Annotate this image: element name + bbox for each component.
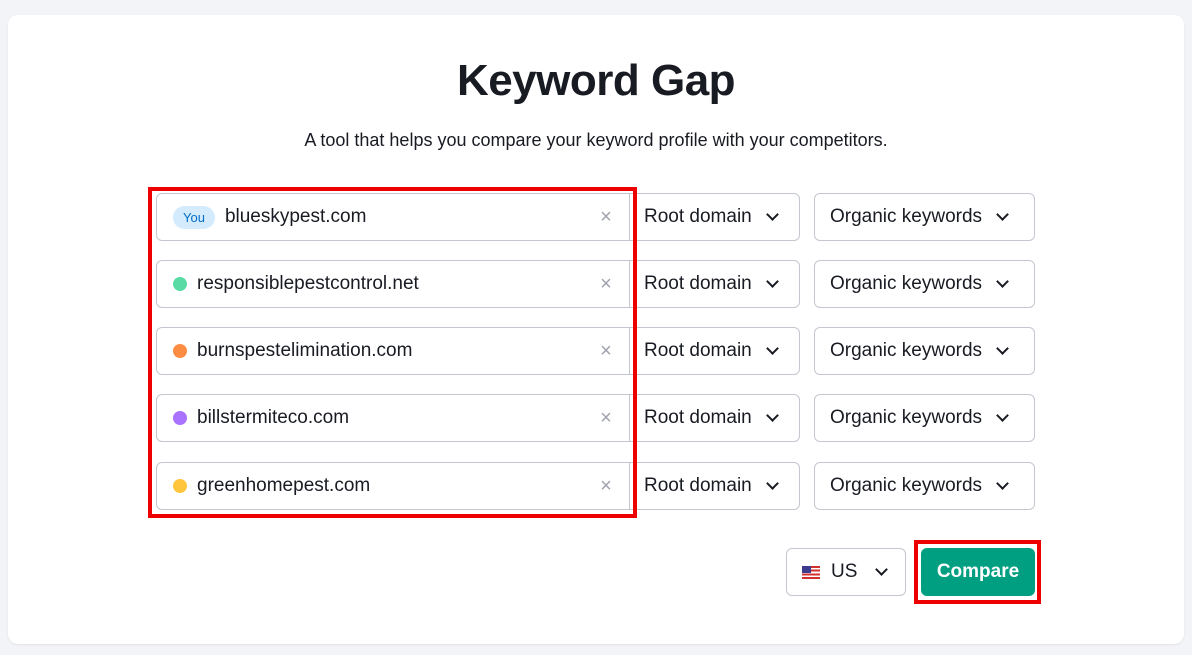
chevron-down-icon (996, 207, 1009, 221)
domain-row-competitor: burnspestelimination.com × Root domain O… (156, 327, 1036, 375)
chevron-down-icon (996, 408, 1009, 422)
clear-icon[interactable]: × (595, 475, 617, 497)
domain-input-competitor-2[interactable]: burnspestelimination.com × (156, 327, 630, 375)
scope-label: Root domain (644, 340, 752, 361)
compare-button[interactable]: Compare (921, 548, 1035, 596)
domain-value: burnspestelimination.com (197, 340, 413, 361)
competitor-color-dot (173, 411, 187, 425)
domain-value: greenhomepest.com (197, 475, 371, 496)
domain-value: billstermiteco.com (197, 407, 350, 428)
domain-row-you: You blueskypest.com × Root domain Organi… (156, 193, 1036, 241)
domain-value: responsiblepestcontrol.net (197, 273, 419, 294)
chevron-down-icon (765, 274, 779, 288)
domain-row-competitor: responsiblepestcontrol.net × Root domain… (156, 260, 1036, 308)
chevron-down-icon (875, 562, 889, 576)
chevron-down-icon (996, 274, 1009, 288)
chevron-down-icon (765, 341, 779, 355)
scope-select[interactable]: Root domain (629, 193, 800, 241)
domain-input-competitor-3[interactable]: billstermiteco.com × (156, 394, 630, 442)
keyword-type-label: Organic keywords (830, 273, 983, 294)
clear-icon[interactable]: × (595, 273, 617, 295)
page-subtitle: A tool that helps you compare your keywo… (304, 130, 888, 150)
keyword-type-select[interactable]: Organic keywords (814, 193, 1035, 241)
chevron-down-icon (765, 408, 779, 422)
domain-value: blueskypest.com (224, 206, 367, 227)
scope-label: Root domain (644, 206, 752, 227)
keyword-type-label: Organic keywords (830, 206, 983, 227)
scope-select[interactable]: Root domain (629, 260, 800, 308)
scope-label: Root domain (644, 407, 752, 428)
clear-icon[interactable]: × (595, 340, 617, 362)
scope-select[interactable]: Root domain (629, 327, 800, 375)
keyword-type-select[interactable]: Organic keywords (814, 260, 1035, 308)
domain-row-competitor: billstermiteco.com × Root domain Organic… (156, 394, 1036, 442)
country-label: US (831, 561, 858, 582)
chevron-down-icon (996, 476, 1009, 490)
clear-icon[interactable]: × (595, 407, 617, 429)
scope-select[interactable]: Root domain (629, 462, 800, 510)
competitor-color-dot (173, 277, 187, 291)
clear-icon[interactable]: × (595, 206, 617, 228)
domain-input-you[interactable]: You blueskypest.com × (156, 193, 630, 241)
chevron-down-icon (765, 476, 779, 490)
us-flag-icon (802, 565, 820, 579)
domain-row-competitor: greenhomepest.com × Root domain Organic … (156, 462, 1036, 510)
scope-label: Root domain (644, 273, 752, 294)
domain-input-competitor-4[interactable]: greenhomepest.com × (156, 462, 630, 510)
keyword-type-label: Organic keywords (830, 340, 983, 361)
chevron-down-icon (996, 341, 1009, 355)
competitor-color-dot (173, 344, 187, 358)
keyword-type-select[interactable]: Organic keywords (814, 394, 1035, 442)
scope-label: Root domain (644, 475, 752, 496)
you-badge: You (173, 205, 215, 229)
keyword-type-select[interactable]: Organic keywords (814, 327, 1035, 375)
competitor-color-dot (173, 479, 187, 493)
domain-input-competitor-1[interactable]: responsiblepestcontrol.net × (156, 260, 630, 308)
page-title: Keyword Gap (456, 56, 736, 105)
database-country-select[interactable]: US (786, 548, 906, 596)
scope-select[interactable]: Root domain (629, 394, 800, 442)
keyword-type-label: Organic keywords (830, 475, 983, 496)
keyword-type-label: Organic keywords (830, 407, 983, 428)
keyword-type-select[interactable]: Organic keywords (814, 462, 1035, 510)
chevron-down-icon (765, 207, 779, 221)
